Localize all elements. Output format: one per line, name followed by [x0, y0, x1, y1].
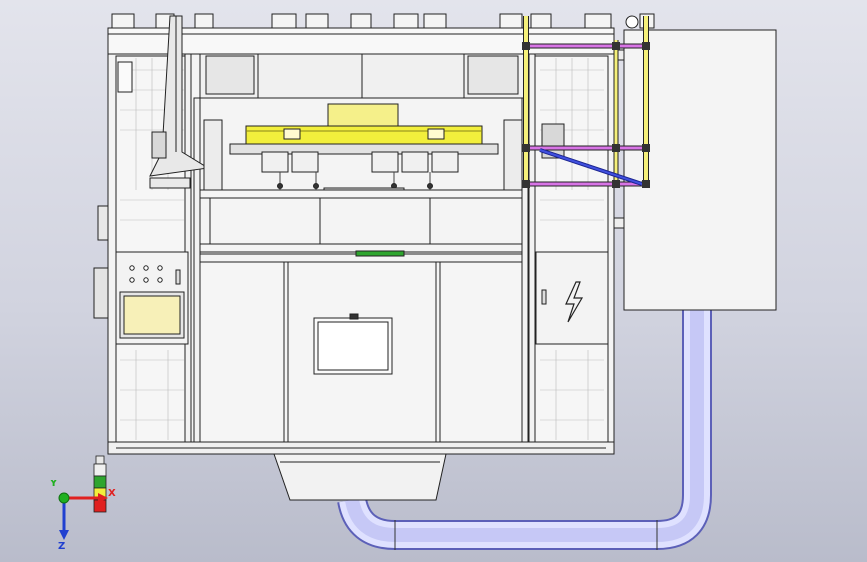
bottom-hopper: [273, 453, 447, 501]
machine-drawing: [93, 13, 777, 550]
x-axis-label: X: [108, 488, 116, 499]
electrical-cabinet: [535, 251, 609, 345]
cad-viewport[interactable]: X Y Z: [0, 0, 867, 562]
side-panel: [613, 29, 777, 311]
y-axis-label: Y: [49, 480, 58, 489]
z-axis-label: Z: [58, 541, 65, 550]
hmi-touchscreen: [123, 295, 181, 335]
orientation-triad[interactable]: X Y Z: [46, 478, 126, 552]
control-panel: [115, 251, 189, 345]
